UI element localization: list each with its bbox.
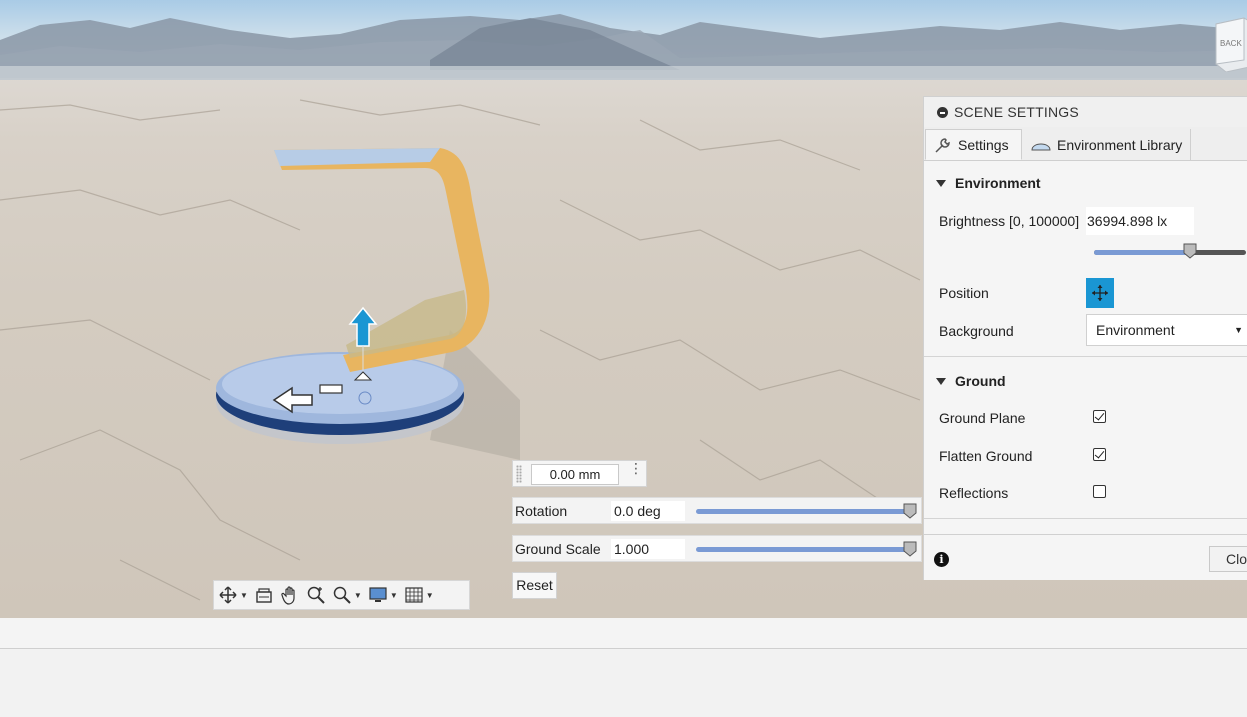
rotation-input[interactable]: 0.0 deg [611, 501, 685, 521]
reset-button[interactable]: Reset [512, 572, 557, 599]
grid-icon [405, 587, 423, 603]
chevron-down-icon[interactable]: ▼ [240, 591, 248, 600]
chevron-down-icon[interactable]: ▼ [354, 591, 362, 600]
environment-heading: Environment [955, 175, 1041, 191]
distance-manipulator: 0.00 mm ⋮ [512, 460, 647, 487]
wrench-icon [935, 137, 950, 153]
panel-title: SCENE SETTINGS [954, 104, 1079, 120]
rotation-slider-track[interactable] [696, 509, 914, 514]
rotation-slider-thumb[interactable] [903, 503, 917, 519]
pan-button[interactable] [280, 583, 300, 607]
ground-scale-label: Ground Scale [515, 541, 601, 557]
brightness-slider-track[interactable] [1094, 250, 1246, 255]
brightness-slider-thumb[interactable] [1183, 243, 1197, 259]
collapse-icon[interactable] [937, 107, 948, 118]
position-button[interactable] [1086, 278, 1114, 308]
background-select-value: Environment [1096, 322, 1175, 338]
view-cube-label: BACK [1220, 39, 1242, 48]
display-settings-button[interactable]: ▼ [368, 583, 398, 607]
info-icon[interactable]: i [934, 552, 949, 567]
flatten-ground-checkbox[interactable] [1093, 448, 1106, 461]
navigation-toolbar: ▼ ▼ ▼ ▼ [213, 580, 470, 610]
close-button[interactable]: Clo [1209, 546, 1247, 572]
timeline-area [0, 649, 1247, 717]
section-divider [924, 356, 1247, 357]
look-at-button[interactable] [254, 583, 274, 607]
environment-dome-icon [1031, 143, 1051, 150]
view-cube[interactable]: BACK [1214, 16, 1247, 72]
panel-header: SCENE SETTINGS [924, 97, 1247, 127]
background-label: Background [939, 323, 1014, 339]
position-label: Position [939, 285, 989, 301]
chevron-down-icon[interactable]: ▼ [390, 591, 398, 600]
collapse-triangle-icon [936, 377, 946, 385]
move-icon [1092, 285, 1108, 301]
ground-section-header[interactable]: Ground [936, 373, 1006, 389]
scene-settings-panel: SCENE SETTINGS Settings Environment Libr… [923, 96, 1247, 580]
ground-plane-label: Ground Plane [939, 410, 1026, 426]
look-at-icon [256, 588, 272, 603]
distance-input[interactable]: 0.00 mm [531, 464, 619, 485]
display-icon [369, 587, 387, 602]
panel-footer: i Clo [924, 534, 1247, 580]
ground-scale-slider-thumb[interactable] [903, 541, 917, 557]
section-divider [924, 518, 1247, 519]
brightness-input[interactable]: 36994.898 lx [1086, 207, 1194, 235]
ground-scale-slider-track[interactable] [696, 547, 914, 552]
ground-scale-input[interactable]: 1.000 [611, 539, 685, 559]
ground-plane-checkbox[interactable] [1093, 410, 1106, 423]
drag-handle[interactable] [516, 465, 522, 483]
background-select[interactable]: Environment ▼ [1086, 314, 1247, 346]
fit-button[interactable]: ▼ [332, 583, 362, 607]
flatten-ground-label: Flatten Ground [939, 448, 1033, 464]
ground-heading: Ground [955, 373, 1006, 389]
3d-model[interactable] [200, 140, 520, 480]
orbit-button[interactable]: ▼ [218, 583, 248, 607]
brightness-slider-fill [1094, 250, 1195, 255]
zoom-icon [307, 586, 325, 604]
rotation-label: Rotation [515, 503, 568, 519]
rotation-control: Rotation 0.0 deg [512, 497, 922, 524]
tab-settings-label: Settings [958, 136, 1009, 153]
more-options-icon[interactable]: ⋮ [629, 461, 643, 483]
collapse-triangle-icon [936, 179, 946, 187]
grid-settings-button[interactable]: ▼ [404, 583, 434, 607]
tab-environment-library-label: Environment Library [1057, 136, 1183, 153]
status-bar [0, 618, 1247, 649]
tab-environment-library[interactable]: Environment Library [1023, 129, 1191, 160]
chevron-down-icon[interactable]: ▼ [426, 591, 434, 600]
zoom-button[interactable] [306, 583, 326, 607]
environment-section-header[interactable]: Environment [936, 175, 1041, 191]
panel-tabs: Settings Environment Library [924, 127, 1247, 161]
brightness-label: Brightness [0, 100000] [939, 213, 1080, 229]
chevron-down-icon: ▼ [1234, 325, 1243, 335]
tab-settings[interactable]: Settings [925, 129, 1022, 160]
reflections-label: Reflections [939, 485, 1009, 501]
pan-icon [281, 586, 295, 605]
reflections-checkbox[interactable] [1093, 485, 1106, 498]
fit-icon [333, 586, 351, 604]
ground-scale-control: Ground Scale 1.000 [512, 535, 922, 562]
orbit-icon [219, 586, 237, 604]
